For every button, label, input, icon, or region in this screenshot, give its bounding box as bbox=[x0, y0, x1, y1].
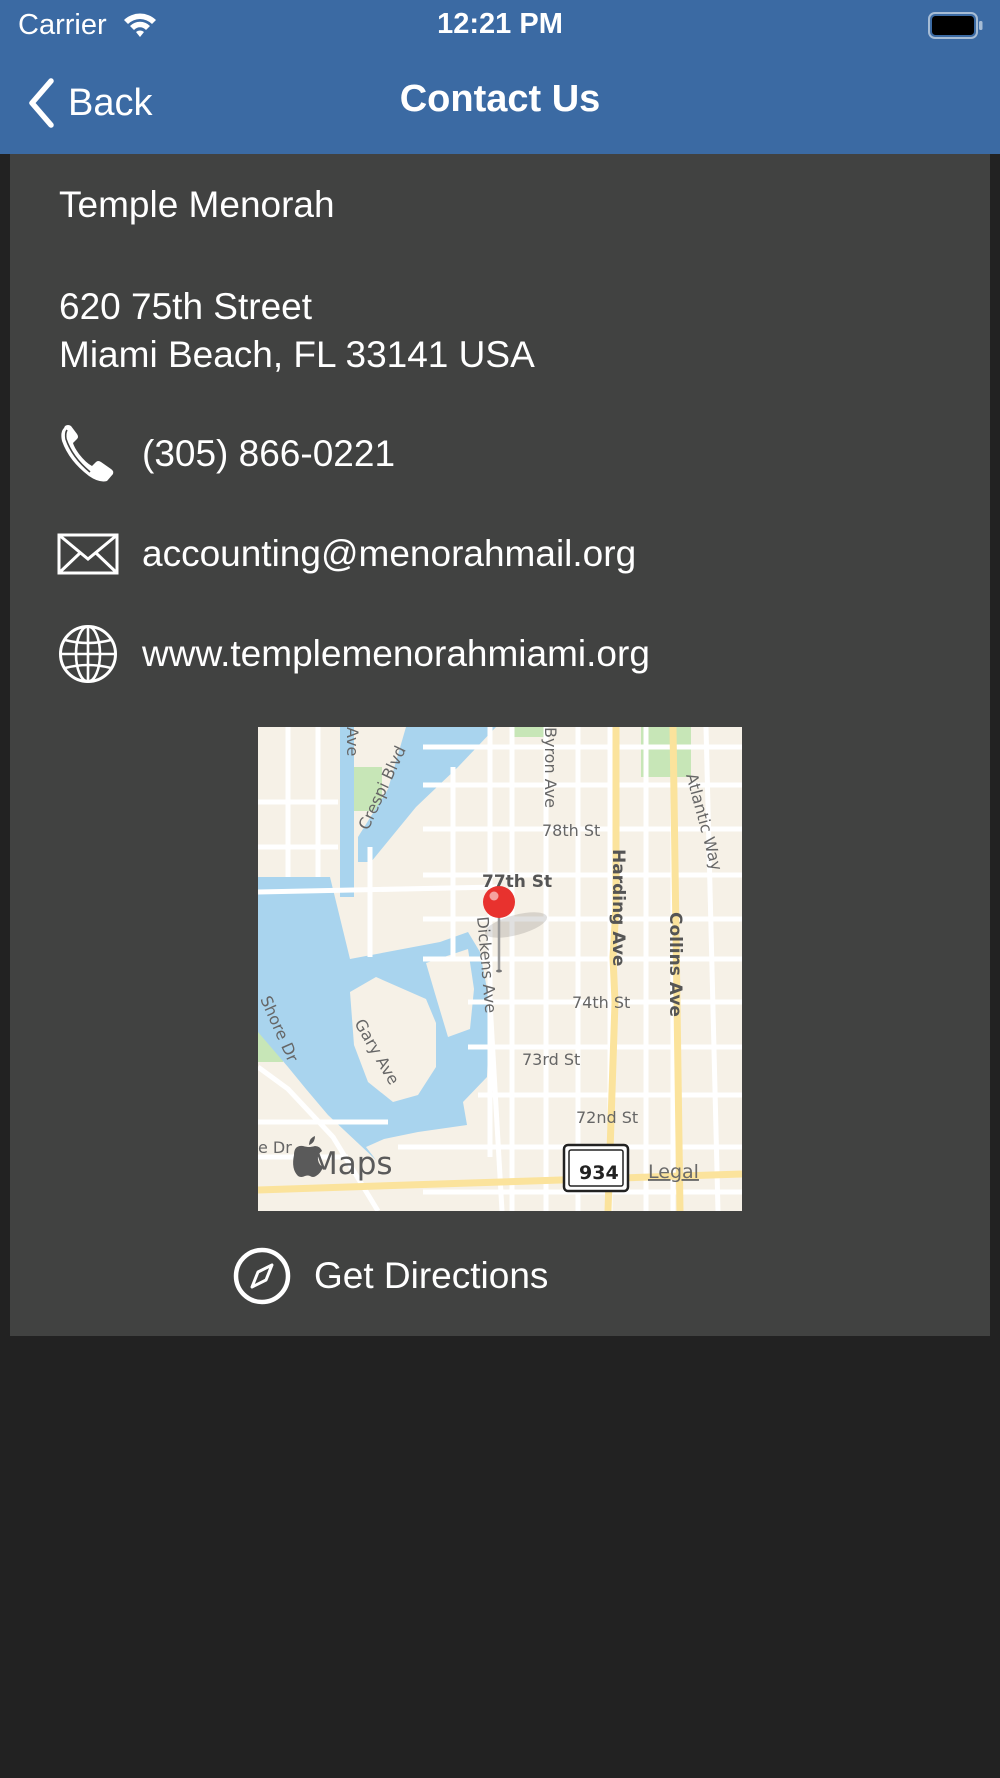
get-directions-button[interactable]: Get Directions bbox=[232, 1246, 548, 1306]
globe-icon bbox=[59, 625, 117, 683]
map-street-label: Harding Ave bbox=[608, 849, 628, 966]
navigation-bar: Back Contact Us bbox=[0, 52, 1000, 154]
map-street-label: Collins Ave bbox=[665, 912, 685, 1017]
map-street-label: e Dr bbox=[258, 1138, 292, 1157]
map-street-label: 78th St bbox=[542, 821, 600, 840]
address-line-2: Miami Beach, FL 33141 USA bbox=[59, 334, 535, 375]
get-directions-label: Get Directions bbox=[314, 1255, 549, 1296]
status-time: 12:21 PM bbox=[437, 8, 563, 40]
status-bar: Carrier 12:21 PM bbox=[0, 0, 1000, 52]
phone-row[interactable]: (305) 866-0221 bbox=[57, 422, 395, 486]
organization-name: Temple Menorah bbox=[59, 184, 335, 225]
map-street-label: Ave bbox=[343, 727, 362, 756]
maps-brand-label: Maps bbox=[311, 1146, 393, 1182]
map-street-label: 72nd St bbox=[576, 1108, 638, 1127]
map-view[interactable]: 78th St 77th St 74th St 73rd St 72nd St … bbox=[258, 727, 742, 1211]
park-area bbox=[513, 727, 545, 737]
contact-card: Temple Menorah 620 75th Street Miami Bea… bbox=[10, 154, 990, 1336]
route-shield-icon: 934 bbox=[562, 1143, 630, 1193]
envelope-icon bbox=[57, 533, 119, 575]
map-street-label: 74th St bbox=[572, 993, 630, 1012]
email-row[interactable]: accounting@menorahmail.org bbox=[57, 522, 636, 586]
map-street-label: 73rd St bbox=[522, 1050, 580, 1069]
address-line-1: 620 75th Street bbox=[59, 286, 313, 327]
website-url: www.templemenorahmiami.org bbox=[142, 633, 650, 674]
phone-number: (305) 866-0221 bbox=[142, 433, 396, 474]
map-graphic: 78th St 77th St 74th St 73rd St 72nd St … bbox=[258, 727, 742, 1211]
map-street-label: Byron Ave bbox=[541, 727, 560, 808]
battery-icon bbox=[928, 12, 983, 39]
email-address: accounting@menorahmail.org bbox=[142, 533, 637, 574]
route-shield-number: 934 bbox=[579, 1162, 619, 1184]
map-legal-link[interactable]: Legal bbox=[648, 1161, 699, 1183]
compass-icon bbox=[233, 1247, 291, 1305]
address[interactable]: 620 75th Street Miami Beach, FL 33141 US… bbox=[59, 283, 535, 379]
page-title: Contact Us bbox=[399, 78, 601, 120]
website-row[interactable]: www.templemenorahmiami.org bbox=[57, 622, 650, 686]
phone-icon bbox=[61, 425, 114, 482]
